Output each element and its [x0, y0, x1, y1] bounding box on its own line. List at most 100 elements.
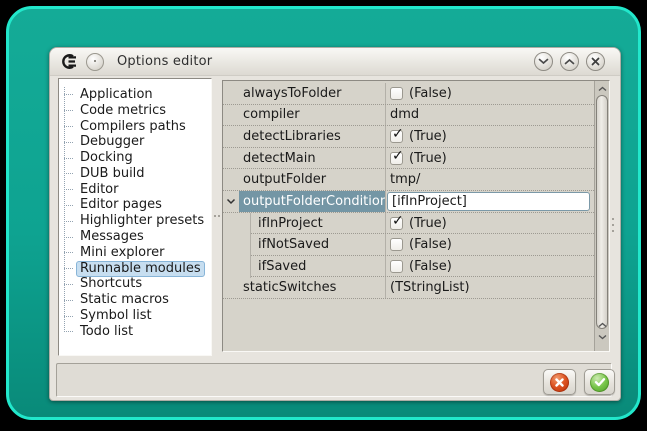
property-name-label: outputFolderConditions [243, 194, 386, 209]
sidebar-item-docking[interactable]: Docking [59, 150, 211, 166]
tree-branch-icon [64, 268, 73, 269]
value-checkbox[interactable] [390, 260, 403, 273]
sidebar-item-label: Editor [76, 182, 122, 198]
splitter-grip-icon [214, 215, 216, 217]
close-button[interactable] [586, 52, 605, 71]
row-gutter [223, 83, 239, 104]
value-editor[interactable]: [ifInProject] [387, 192, 590, 211]
property-name-label: ifNotSaved [258, 237, 329, 252]
sidebar-item-label: Debugger [76, 134, 148, 150]
sidebar-item-dub-build[interactable]: DUB build [59, 166, 211, 182]
value-checkbox[interactable] [390, 87, 403, 100]
sidebar-item-messages[interactable]: Messages [59, 229, 211, 245]
cancel-button[interactable] [543, 369, 576, 395]
tree-branch-icon [64, 316, 73, 317]
sidebar-item-label: Docking [76, 150, 137, 166]
scroll-down-button[interactable] [595, 331, 609, 342]
sidebar-item-label: Application [76, 87, 157, 103]
tree-branch-icon [64, 189, 73, 190]
property-value-label: (True) [409, 216, 447, 231]
tree-branch-icon [64, 300, 73, 301]
row-gutter [223, 234, 239, 256]
property-row-staticSwitches[interactable]: staticSwitches(TStringList) [223, 277, 594, 299]
property-value-cell: tmp/ [386, 169, 594, 190]
tree-branch-icon [64, 94, 73, 95]
grid-scrollbar[interactable] [594, 81, 609, 351]
scroll-up-button-2[interactable] [595, 319, 609, 330]
sidebar-item-static-macros[interactable]: Static macros [59, 292, 211, 308]
row-gutter [223, 191, 239, 212]
scrollbar-thumb[interactable] [596, 95, 608, 329]
property-value-cell: (TStringList) [386, 277, 594, 298]
expander-icon[interactable] [226, 198, 236, 205]
sidebar-item-shortcuts[interactable]: Shortcuts [59, 277, 211, 293]
property-name-label: alwaysToFolder [243, 86, 342, 101]
tree-branch-icon [64, 110, 73, 111]
property-row-outputFolder[interactable]: outputFoldertmp/ [223, 169, 594, 191]
accept-icon [590, 373, 609, 392]
property-name-cell: outputFolderConditions [239, 191, 386, 212]
property-row-outputFolderConditions[interactable]: outputFolderConditions[ifInProject] [223, 191, 594, 213]
property-value-cell: (False) [386, 234, 594, 256]
sidebar-item-label: Messages [76, 229, 148, 245]
sidebar-item-compilers-paths[interactable]: Compilers paths [59, 119, 211, 135]
sidebar-item-todo-list[interactable]: Todo list [59, 324, 211, 340]
property-grid: alwaysToFolder (False) compilerdmddetectLi… [222, 80, 610, 352]
property-name-label: ifSaved [258, 259, 306, 274]
tree-branch-icon [64, 126, 73, 127]
sidebar-item-runnable-modules[interactable]: Runnable modules [59, 261, 211, 277]
tree-branch-icon [64, 158, 73, 159]
property-value-cell: dmd [386, 105, 594, 126]
property-row-ifSaved[interactable]: ifSaved (False) [223, 256, 594, 278]
value-checkbox[interactable] [390, 238, 403, 251]
property-name-label: ifInProject [258, 216, 323, 231]
sidebar-item-mini-explorer[interactable]: Mini explorer [59, 245, 211, 261]
cancel-icon [550, 373, 569, 392]
property-value-cell: (False) [386, 256, 594, 278]
property-value-label: dmd [390, 107, 419, 122]
coedit-logo-icon [60, 53, 79, 70]
minimize-button[interactable] [534, 52, 553, 71]
row-gutter [223, 105, 239, 126]
property-row-compiler[interactable]: compilerdmd [223, 105, 594, 127]
titlebar[interactable]: Options editor [50, 48, 620, 76]
tree-branch-icon [64, 173, 73, 174]
property-name-cell: ifNotSaved [239, 234, 386, 256]
value-checkbox[interactable]: ✓ [390, 217, 403, 230]
property-value-label: (False) [409, 237, 452, 252]
row-gutter [223, 277, 239, 298]
property-row-ifInProject[interactable]: ifInProject ✓ (True) [223, 213, 594, 235]
maximize-button[interactable] [560, 52, 579, 71]
scroll-up-button[interactable] [595, 83, 609, 94]
property-row-ifNotSaved[interactable]: ifNotSaved (False) [223, 234, 594, 256]
sidebar-item-editor-pages[interactable]: Editor pages [59, 198, 211, 214]
property-row-alwaysToFolder[interactable]: alwaysToFolder (False) [223, 83, 594, 105]
sidebar-splitter[interactable] [212, 78, 222, 356]
window-edge-grip-icon [612, 218, 614, 220]
row-gutter [223, 126, 239, 147]
chevron-up-icon [564, 58, 575, 65]
property-row-detectLibraries[interactable]: detectLibraries✓(True) [223, 126, 594, 148]
property-value-label: (False) [409, 86, 452, 101]
property-row-detectMain[interactable]: detectMain✓(True) [223, 148, 594, 170]
sidebar-item-debugger[interactable]: Debugger [59, 134, 211, 150]
sidebar-item-editor[interactable]: Editor [59, 182, 211, 198]
value-checkbox[interactable]: ✓ [390, 130, 403, 143]
sidebar-item-application[interactable]: Application [59, 87, 211, 103]
property-name-cell: alwaysToFolder [239, 83, 386, 104]
property-value-cell: (False) [386, 83, 594, 104]
property-rows: alwaysToFolder (False) compilerdmddetectLi… [223, 81, 594, 299]
sidebar-item-highlighter-presets[interactable]: Highlighter presets [59, 213, 211, 229]
value-checkbox[interactable]: ✓ [390, 152, 403, 165]
accept-button[interactable] [584, 369, 615, 395]
sidebar-item-label: Mini explorer [76, 245, 169, 261]
sidebar-item-label: Todo list [76, 324, 137, 340]
check-icon: ✓ [392, 149, 404, 163]
check-icon: ✓ [392, 214, 404, 228]
window-controls [534, 52, 610, 71]
window-manager-frame: Options editor ApplicationCode metricsCo… [6, 6, 641, 420]
footer-panel [56, 363, 612, 397]
window-menu-button[interactable] [86, 53, 104, 71]
sidebar-item-symbol-list[interactable]: Symbol list [59, 308, 211, 324]
sidebar-item-code-metrics[interactable]: Code metrics [59, 103, 211, 119]
